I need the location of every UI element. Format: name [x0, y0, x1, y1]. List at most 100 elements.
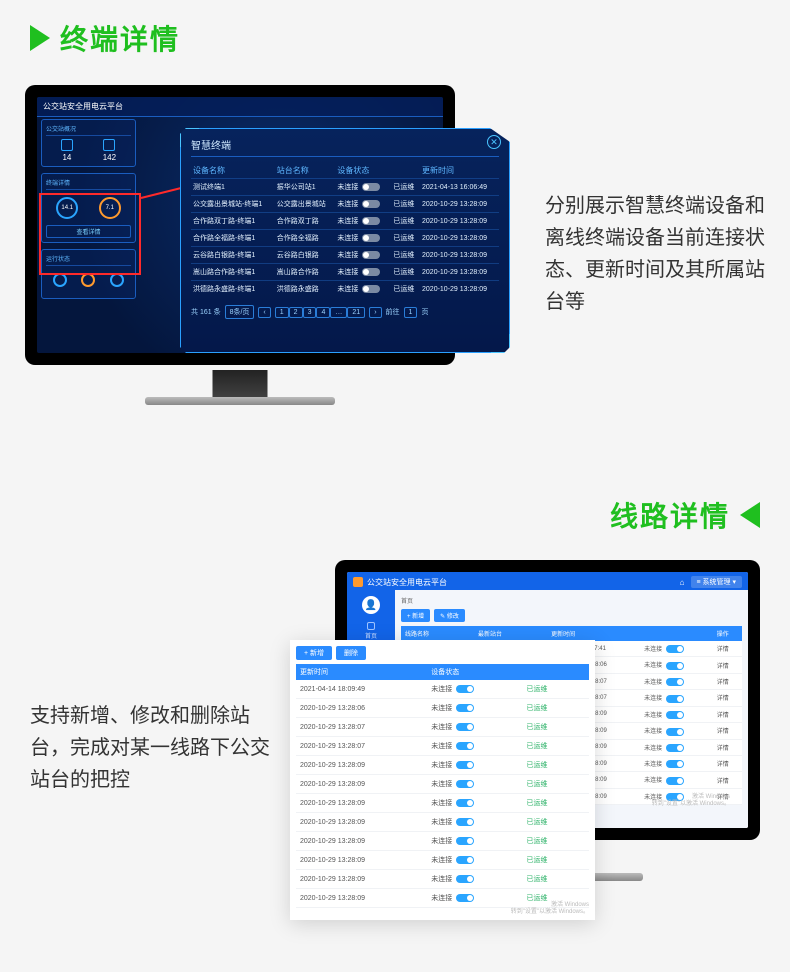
pager-page[interactable]: 1 [275, 307, 289, 318]
popup-row[interactable]: 云谷路白银路-终端1云谷路白银路未连接 已运维2020-10-29 13:28:… [191, 247, 499, 264]
toolbar-button[interactable]: + 新增 [401, 609, 430, 622]
toggle[interactable] [666, 777, 684, 785]
toggle[interactable] [362, 200, 380, 208]
pager-page[interactable]: 21 [347, 307, 365, 318]
pager-goto-label: 前往 [386, 307, 400, 317]
panel-overview: 公交站概况 14 142 [41, 119, 136, 167]
toolbar-button[interactable]: + 新增 [296, 646, 332, 660]
toggle[interactable] [456, 723, 474, 731]
overlay-table: 更新时间设备状态 2021-04-14 18:09:49未连接 已运维2020-… [296, 664, 589, 908]
detail-link[interactable]: 详情 [713, 641, 742, 657]
toggle[interactable] [666, 662, 684, 670]
station-overlay-panel: + 新增删除 更新时间设备状态 2021-04-14 18:09:49未连接 已… [290, 640, 595, 920]
detail-link[interactable]: 详情 [713, 657, 742, 673]
home-icon[interactable]: ⌂ [680, 578, 685, 587]
table-row[interactable]: 2021-04-14 18:09:49未连接 已运维 [296, 680, 589, 699]
popup-row[interactable]: 嵩山路合作路-终端1嵩山路合作路未连接 已运维2020-10-29 13:28:… [191, 264, 499, 281]
pager-page[interactable]: 4 [316, 307, 330, 318]
pager-page[interactable]: 3 [303, 307, 317, 318]
dashboard-app-title: 公交站安全用电云平台 [37, 97, 443, 117]
stat-2: 142 [103, 139, 116, 162]
toggle[interactable] [362, 234, 380, 242]
toggle[interactable] [456, 742, 474, 750]
toggle[interactable] [362, 251, 380, 259]
toggle[interactable] [456, 799, 474, 807]
detail-link[interactable]: 详情 [713, 673, 742, 689]
toggle[interactable] [666, 744, 684, 752]
toggle[interactable] [456, 875, 474, 883]
admin-logo-icon [353, 577, 363, 587]
admin-header: 公交站安全用电云平台 ⌂ ≡ 系统管理 ▾ [347, 572, 748, 592]
watermark: 激活 Windows 转到"设置"以激活 Windows。 [652, 794, 730, 808]
toggle[interactable] [456, 856, 474, 864]
toggle[interactable] [456, 685, 474, 693]
detail-link[interactable]: 详情 [713, 772, 742, 788]
overlay-toolbar: + 新增删除 [296, 646, 589, 660]
table-row[interactable]: 2020-10-29 13:28:09未连接 已运维 [296, 813, 589, 832]
popup-row[interactable]: 洪德路永盛路-终端1洪德路永盛路未连接 已运维2020-10-29 13:28:… [191, 281, 499, 298]
detail-link[interactable]: 详情 [713, 690, 742, 706]
sidebar-item-icon [367, 622, 375, 630]
toggle[interactable] [456, 761, 474, 769]
pager-page[interactable]: 2 [289, 307, 303, 318]
toggle[interactable] [456, 894, 474, 902]
popup-close-button[interactable]: ✕ [487, 135, 501, 149]
menu-dropdown[interactable]: ≡ 系统管理 ▾ [691, 576, 743, 588]
toggle[interactable] [362, 217, 380, 225]
toggle[interactable] [666, 711, 684, 719]
detail-link[interactable]: 详情 [713, 739, 742, 755]
popup-row[interactable]: 公交露出景城站-终端1公交露出景城站未连接 已运维2020-10-29 13:2… [191, 196, 499, 213]
popup-pager[interactable]: 共 161 条 8条/页 ‹ 1234…21 › 前往 1 页 [191, 305, 499, 319]
toggle[interactable] [456, 704, 474, 712]
sidebar-item[interactable]: 首页 [359, 622, 383, 640]
toggle[interactable] [456, 818, 474, 826]
table-row[interactable]: 2020-10-29 13:28:09未连接 已运维 [296, 756, 589, 775]
toggle[interactable] [362, 183, 380, 191]
popup-row[interactable]: 合作路全福路-终端1合作路全福路未连接 已运维2020-10-29 13:28:… [191, 230, 499, 247]
popup-row[interactable]: 测试终端1振华公司站1未连接 已运维2021-04-13 16:06:49 [191, 179, 499, 196]
panel-run-status: 运行状态 [41, 249, 136, 299]
toggle[interactable] [666, 645, 684, 653]
view-detail-button[interactable]: 查看详情 [46, 225, 131, 238]
toggle[interactable] [666, 678, 684, 686]
popup-title-text: 智慧终端 [191, 141, 231, 152]
table-row[interactable]: 2020-10-29 13:28:09未连接 已运维 [296, 775, 589, 794]
table-row[interactable]: 2020-10-29 13:28:09未连接 已运维 [296, 832, 589, 851]
gauge-1: 14.1 [56, 197, 78, 219]
pager-prev[interactable]: ‹ [258, 307, 270, 318]
toolbar-button[interactable]: ✎ 修改 [434, 609, 465, 622]
popup-row[interactable]: 合作路双丁路-终端1合作路双丁路未连接 已运维2020-10-29 13:28:… [191, 213, 499, 230]
pager-goto-value[interactable]: 1 [404, 307, 418, 318]
table-row[interactable]: 2020-10-29 13:28:06未连接 已运维 [296, 699, 589, 718]
toggle[interactable] [456, 780, 474, 788]
toggle[interactable] [362, 268, 380, 276]
detail-link[interactable]: 详情 [713, 755, 742, 771]
toggle[interactable] [456, 837, 474, 845]
section-route-desc: 支持新增、修改和删除站台，完成对某一线路下公交站台的把控 [30, 700, 270, 796]
panel-overview-title: 公交站概况 [46, 124, 131, 136]
detail-link[interactable]: 详情 [713, 723, 742, 739]
table-row[interactable]: 2020-10-29 13:28:09未连接 已运维 [296, 870, 589, 889]
detail-link[interactable]: 详情 [713, 706, 742, 722]
dashboard-left-panels: 公交站概况 14 142 终端详情 14.1 7.1 查看详情 运行状态 [41, 119, 136, 305]
user-avatar-icon[interactable]: 👤 [362, 596, 380, 614]
pager-next[interactable]: › [369, 307, 381, 318]
section-route-heading: 线路详情 [610, 495, 760, 535]
popup-col: 设备名称 [191, 163, 275, 179]
pager-page[interactable]: … [330, 307, 347, 318]
popup-col: 站台名称 [275, 163, 336, 179]
table-row[interactable]: 2020-10-29 13:28:07未连接 已运维 [296, 737, 589, 756]
toggle[interactable] [666, 728, 684, 736]
toolbar-button[interactable]: 删除 [336, 646, 366, 660]
table-row[interactable]: 2020-10-29 13:28:07未连接 已运维 [296, 718, 589, 737]
toggle[interactable] [666, 695, 684, 703]
pager-total: 共 161 条 [191, 307, 221, 317]
pager-per[interactable]: 8条/页 [225, 305, 255, 319]
toggle[interactable] [362, 285, 380, 293]
toggle[interactable] [666, 760, 684, 768]
panel-run-title: 运行状态 [46, 254, 131, 266]
popup-col: 更新时间 [420, 163, 499, 179]
triangle-right-icon [30, 25, 50, 51]
table-row[interactable]: 2020-10-29 13:28:09未连接 已运维 [296, 794, 589, 813]
table-row[interactable]: 2020-10-29 13:28:09未连接 已运维 [296, 851, 589, 870]
